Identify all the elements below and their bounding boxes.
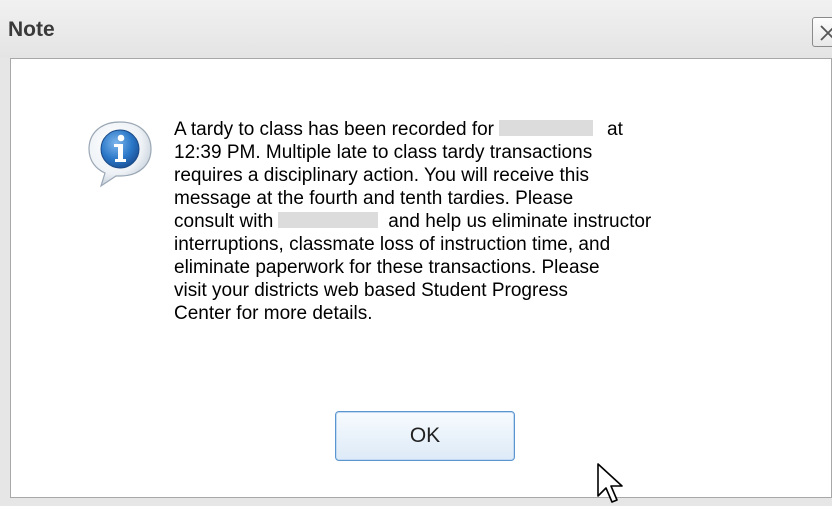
info-speech-bubble-icon — [88, 121, 152, 188]
close-icon — [820, 25, 832, 41]
message-line: interruptions, classmate loss of instruc… — [174, 234, 611, 255]
message-line: A tardy to class has been recorded for at — [174, 119, 623, 140]
message-line: visit your districts web based Student P… — [174, 280, 568, 301]
message-line: requires a disciplinary action. You will… — [174, 165, 590, 186]
ok-button[interactable]: OK — [335, 411, 515, 461]
dialog-titlebar[interactable]: Note — [0, 0, 832, 58]
message-line: consult with and help us eliminate instru… — [174, 211, 652, 232]
message-line: message at the fourth and tenth tardies.… — [174, 188, 574, 209]
message-line: Center for more details. — [174, 303, 373, 324]
redacted-contact — [278, 212, 379, 228]
message-line: 12:39 PM. Multiple late to class tardy t… — [174, 142, 593, 163]
mouse-pointer-icon — [597, 463, 623, 503]
note-dialog: Note A tardy to class has been recorded … — [0, 0, 832, 506]
close-button[interactable] — [812, 17, 832, 47]
dialog-title: Note — [8, 18, 55, 41]
message-line: eliminate paperwork for these transactio… — [174, 257, 600, 278]
dialog-content: A tardy to class has been recorded for at… — [10, 58, 832, 498]
redacted-name — [499, 120, 594, 136]
dialog-message: A tardy to class has been recorded for at… — [174, 118, 774, 325]
